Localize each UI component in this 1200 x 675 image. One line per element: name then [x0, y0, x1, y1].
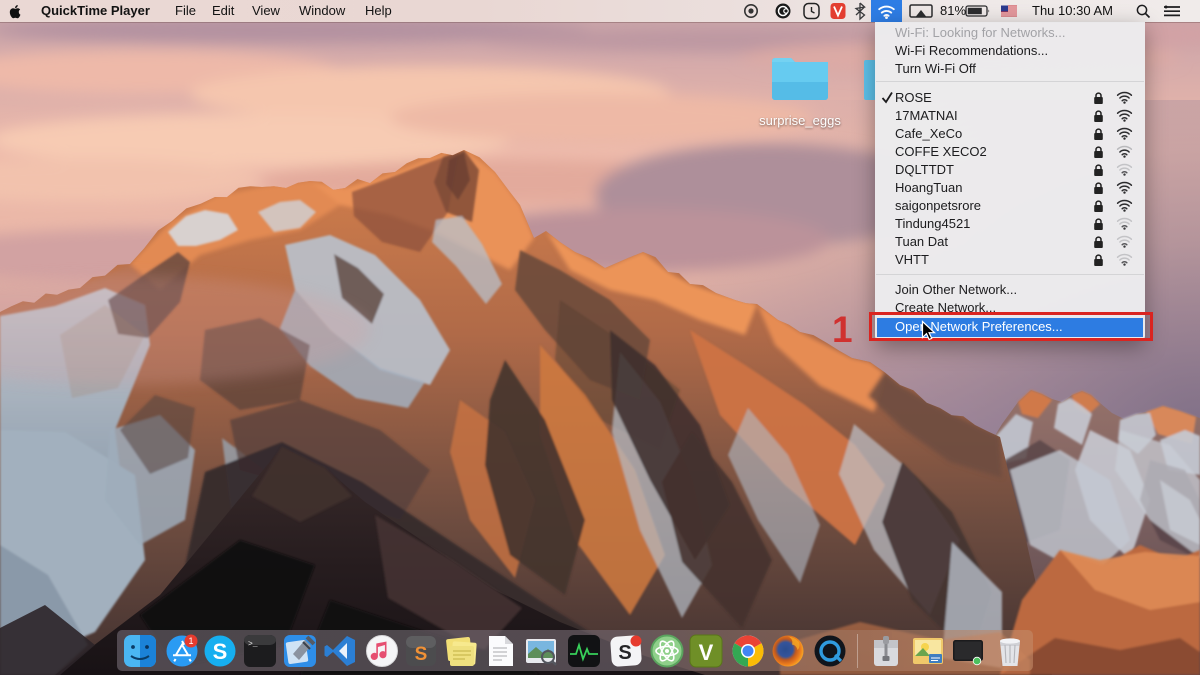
svg-text:S: S: [618, 642, 631, 664]
svg-text:1: 1: [188, 636, 193, 646]
svg-text:S: S: [415, 644, 428, 665]
svg-text:S: S: [213, 639, 228, 664]
svg-text:>_: >_: [248, 640, 258, 649]
svg-text:V: V: [699, 640, 714, 665]
